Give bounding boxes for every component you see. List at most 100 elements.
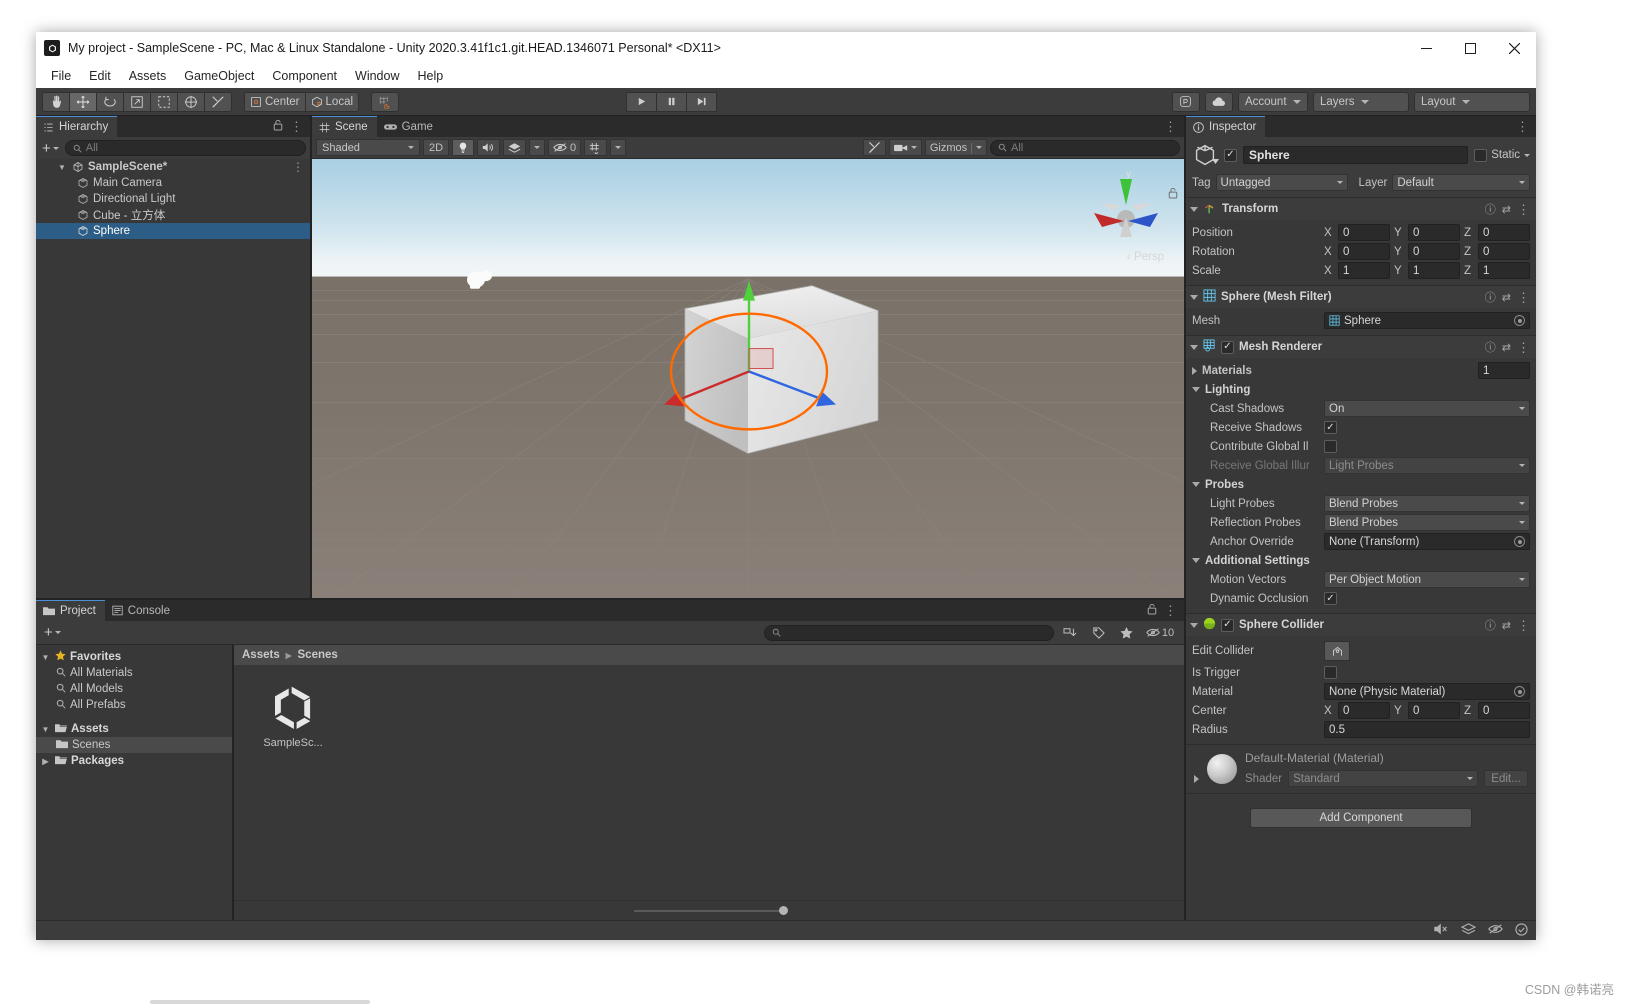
- mute-audio-icon[interactable]: [1434, 923, 1449, 938]
- center-y-input[interactable]: 0: [1408, 702, 1460, 719]
- hierarchy-add-button[interactable]: +: [40, 141, 61, 156]
- step-button[interactable]: [686, 91, 718, 112]
- scale-z-input[interactable]: 1: [1478, 262, 1530, 279]
- scene-visibility-toggle[interactable]: 0: [548, 139, 582, 156]
- lightbulb-icon[interactable]: [452, 139, 474, 156]
- scene-tools-icon[interactable]: [862, 139, 886, 156]
- help-icon[interactable]: ⓘ: [1485, 339, 1496, 355]
- tab-inspector[interactable]: Inspector: [1186, 116, 1266, 137]
- project-zoom-slider[interactable]: [234, 900, 1184, 920]
- contribute-gi-checkbox[interactable]: [1324, 440, 1337, 453]
- expand-triangle-icon[interactable]: ▼: [40, 653, 51, 662]
- project-tree-scenes[interactable]: Scenes: [36, 737, 232, 753]
- cast-shadows-dropdown[interactable]: On: [1324, 400, 1530, 417]
- tab-project[interactable]: Project: [36, 600, 105, 621]
- collapse-triangle-icon[interactable]: [1194, 775, 1199, 783]
- tab-console[interactable]: Console: [104, 600, 179, 621]
- preset-icon[interactable]: ⇄: [1502, 291, 1511, 304]
- hierarchy-item-main-camera[interactable]: Main Camera: [36, 175, 310, 191]
- no-vis-icon[interactable]: [1488, 923, 1503, 938]
- hierarchy-search-input[interactable]: All: [64, 140, 306, 156]
- rotation-z-input[interactable]: 0: [1478, 243, 1530, 260]
- static-checkbox[interactable]: [1474, 148, 1488, 162]
- component-header[interactable]: Sphere (Mesh Filter) ⓘ ⇄ ⋮: [1186, 286, 1536, 308]
- rotation-y-input[interactable]: 0: [1408, 243, 1460, 260]
- gizmos-dropdown[interactable]: Gizmos |: [924, 139, 987, 156]
- center-x-input[interactable]: 0: [1338, 702, 1390, 719]
- static-toggle-group[interactable]: Static: [1474, 148, 1530, 162]
- minimize-button[interactable]: [1404, 32, 1448, 64]
- add-component-button[interactable]: Add Component: [1250, 808, 1472, 828]
- scene-menu-icon[interactable]: ⋮: [1164, 120, 1177, 133]
- expand-triangle-icon[interactable]: [1192, 482, 1200, 487]
- receive-shadows-checkbox[interactable]: ✓: [1324, 421, 1337, 434]
- search-by-type-icon[interactable]: [1058, 624, 1082, 642]
- preset-icon[interactable]: ⇄: [1502, 203, 1511, 216]
- slider-track[interactable]: [634, 905, 788, 915]
- motion-vectors-dropdown[interactable]: Per Object Motion: [1324, 571, 1530, 588]
- component-header[interactable]: Transform ⓘ ⇄ ⋮: [1186, 198, 1536, 220]
- transform-tool-button[interactable]: [177, 91, 205, 112]
- pivot-mode-button[interactable]: Center: [244, 91, 306, 112]
- tab-game[interactable]: Game: [376, 116, 442, 137]
- preset-icon[interactable]: ⇄: [1502, 619, 1511, 632]
- collapse-triangle-icon[interactable]: ▶: [40, 757, 51, 766]
- reflection-probes-dropdown[interactable]: Blend Probes: [1324, 514, 1530, 531]
- search-by-label-icon[interactable]: [1086, 624, 1110, 642]
- physic-material-object-field[interactable]: None (Physic Material): [1324, 683, 1530, 700]
- expand-triangle-icon[interactable]: ▼: [56, 163, 68, 172]
- expand-triangle-icon[interactable]: [1192, 558, 1200, 563]
- custom-tool-button[interactable]: [204, 91, 232, 112]
- foldout-lighting[interactable]: Lighting: [1192, 380, 1530, 399]
- layout-dropdown[interactable]: Layout: [1413, 91, 1530, 112]
- radius-input[interactable]: 0.5: [1324, 721, 1530, 738]
- rect-tool-button[interactable]: [150, 91, 178, 112]
- menu-component[interactable]: Component: [263, 67, 346, 85]
- layer-dropdown[interactable]: Default: [1392, 174, 1530, 191]
- draw-mode-dropdown[interactable]: Shaded: [316, 139, 420, 156]
- component-enabled-checkbox[interactable]: ✓: [1221, 340, 1234, 354]
- position-x-input[interactable]: 0: [1338, 224, 1390, 241]
- menu-window[interactable]: Window: [346, 67, 408, 85]
- menu-help[interactable]: Help: [408, 67, 452, 85]
- menu-edit[interactable]: Edit: [80, 67, 120, 85]
- gameobject-name-input[interactable]: Sphere: [1243, 146, 1469, 164]
- scene-viewport[interactable]: y x z ‹ Persp: [312, 159, 1184, 598]
- menu-assets[interactable]: Assets: [120, 67, 176, 85]
- help-icon[interactable]: ⓘ: [1485, 201, 1496, 217]
- menu-gameobject[interactable]: GameObject: [175, 67, 263, 85]
- hierarchy-item-samplescene[interactable]: ▼ SampleScene* ⋮: [36, 159, 310, 175]
- maximize-button[interactable]: [1448, 32, 1492, 64]
- preset-icon[interactable]: ⇄: [1502, 341, 1511, 354]
- materials-count-input[interactable]: 1: [1478, 362, 1530, 379]
- visible-objects-count[interactable]: 10: [1142, 624, 1178, 642]
- expand-triangle-icon[interactable]: [1190, 344, 1198, 350]
- favorite-star-icon[interactable]: [1114, 624, 1138, 642]
- tab-hierarchy[interactable]: Hierarchy: [36, 116, 118, 137]
- help-icon[interactable]: ⓘ: [1485, 617, 1496, 633]
- grid-visibility-icon[interactable]: [584, 139, 608, 156]
- project-tree-favorites[interactable]: ▼ Favorites: [36, 649, 232, 665]
- component-menu-icon[interactable]: ⋮: [1517, 291, 1530, 304]
- shader-edit-button[interactable]: Edit...: [1484, 770, 1528, 787]
- grid-snap-icon[interactable]: [371, 91, 400, 112]
- inspector-menu-icon[interactable]: ⋮: [1516, 120, 1529, 133]
- fx-icon[interactable]: [503, 139, 526, 156]
- chevron-down-icon[interactable]: [1524, 153, 1530, 157]
- breadcrumb-scenes[interactable]: Scenes: [298, 649, 338, 661]
- project-menu-icon[interactable]: ⋮: [1164, 604, 1177, 617]
- project-tree-all-models[interactable]: All Models: [36, 681, 232, 697]
- cloud-icon[interactable]: [1204, 91, 1233, 112]
- move-tool-button[interactable]: [69, 91, 97, 112]
- foldout-additional-settings[interactable]: Additional Settings: [1192, 551, 1530, 570]
- mesh-object-field[interactable]: Sphere: [1324, 312, 1530, 329]
- expand-triangle-icon[interactable]: ▼: [40, 725, 51, 734]
- hierarchy-item-cube[interactable]: Cube - 立方体: [36, 207, 310, 223]
- scene-camera-icon[interactable]: [888, 139, 922, 156]
- expand-triangle-icon[interactable]: [1190, 622, 1198, 628]
- scene-menu-icon[interactable]: ⋮: [292, 160, 304, 174]
- edit-collider-button[interactable]: [1324, 641, 1350, 661]
- fx-dropdown[interactable]: [529, 139, 545, 156]
- component-header[interactable]: ✓ Mesh Renderer ⓘ ⇄ ⋮: [1186, 336, 1536, 358]
- project-tree-all-materials[interactable]: All Materials: [36, 665, 232, 681]
